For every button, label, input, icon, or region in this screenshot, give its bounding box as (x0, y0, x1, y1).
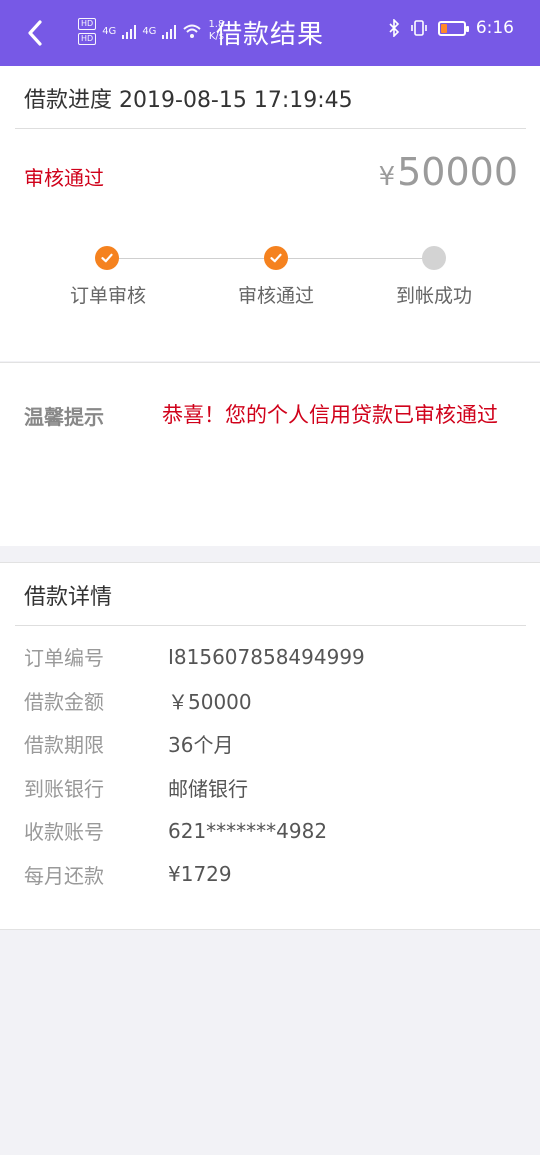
detail-value: ￥50000 (168, 689, 252, 714)
detail-key: 到账银行 (24, 776, 104, 801)
tip-card: 温馨提示 恭喜！您的个人信用贷款已审核通过 (0, 362, 540, 546)
detail-row-monthly-payment: 每月还款 ¥1729 (24, 853, 520, 897)
divider (15, 128, 526, 129)
status-bar-right: 6:16 (388, 18, 514, 38)
step-pending-icon (422, 246, 446, 270)
step-label: 审核通过 (237, 285, 314, 307)
step-label: 订单审核 (69, 285, 146, 307)
details-list: 订单编号 I815607858494999 借款金额 ￥50000 借款期限 3… (24, 635, 520, 896)
detail-value: 621*******4982 (168, 818, 328, 843)
detail-row-order-number: 订单编号 I815607858494999 (24, 635, 520, 679)
progress-card: 借款进度 2019-08-15 17:19:45 审核通过 ¥ 50000 订单… (0, 66, 540, 361)
progress-label: 借款进度 (24, 88, 113, 113)
detail-key: 借款金额 (24, 689, 104, 714)
detail-row-account: 收款账号 621*******4982 (24, 809, 520, 853)
progress-header: 借款进度 2019-08-15 17:19:45 (24, 82, 353, 114)
details-card: 借款详情 订单编号 I815607858494999 借款金额 ￥50000 借… (0, 562, 540, 930)
detail-value: 36个月 (168, 733, 234, 758)
step-check-icon (95, 246, 119, 270)
top-bar: HD HD 4G 4G 1.8 K/s 借款结果 6:16 (0, 0, 540, 66)
detail-key: 订单编号 (24, 646, 104, 671)
step-check-icon (264, 246, 288, 270)
amount-value: 50000 (397, 150, 518, 194)
detail-value: ¥1729 (168, 862, 232, 887)
detail-key: 收款账号 (24, 820, 104, 845)
currency-symbol: ¥ (378, 162, 396, 192)
detail-value: I815607858494999 (168, 644, 365, 669)
divider (15, 625, 526, 626)
status-badge: 审核通过 (24, 166, 104, 190)
detail-row-loan-amount: 借款金额 ￥50000 (24, 679, 520, 723)
vibrate-icon (411, 20, 427, 36)
detail-row-bank: 到账银行 邮储银行 (24, 766, 520, 810)
detail-row-loan-term: 借款期限 36个月 (24, 722, 520, 766)
detail-key: 借款期限 (24, 733, 104, 758)
loan-amount: ¥ 50000 (379, 150, 518, 194)
detail-value: 邮储银行 (168, 776, 248, 801)
progress-datetime: 2019-08-15 17:19:45 (119, 88, 353, 113)
battery-icon (437, 20, 469, 36)
details-title: 借款详情 (24, 585, 113, 610)
tip-message: 恭喜！您的个人信用贷款已审核通过 (162, 403, 498, 427)
clock: 6:16 (475, 18, 514, 38)
tip-label: 温馨提示 (24, 405, 104, 429)
bluetooth-icon (389, 19, 399, 37)
step-label: 到帐成功 (395, 285, 472, 307)
detail-key: 每月还款 (24, 863, 104, 888)
